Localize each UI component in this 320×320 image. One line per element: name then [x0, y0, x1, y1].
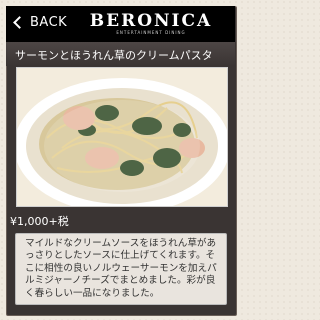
dish-price: ¥1,000+税	[10, 215, 69, 228]
dish-photo	[16, 67, 228, 207]
app-header: BACK BERONICA ENTERTAINMENT DINING	[6, 6, 235, 43]
brand-logo: BERONICA ENTERTAINMENT DINING	[86, 12, 216, 38]
dish-title: サーモンとほうれん草のクリームパスタ	[15, 49, 213, 62]
dish-description: マイルドなクリームソースをほうれん草があっさりとしたソースに仕上げてくれます。そ…	[25, 238, 217, 299]
back-label: BACK	[30, 15, 68, 30]
description-box: マイルドなクリームソースをほうれん草があっさりとしたソースに仕上げてくれます。そ…	[15, 233, 227, 305]
logo-name: BERONICA	[89, 11, 213, 31]
back-button[interactable]: BACK	[12, 15, 67, 30]
pasta-image	[17, 68, 227, 206]
chevron-left-icon	[13, 16, 26, 29]
dish-title-bar: サーモンとほうれん草のクリームパスタ	[6, 42, 235, 66]
